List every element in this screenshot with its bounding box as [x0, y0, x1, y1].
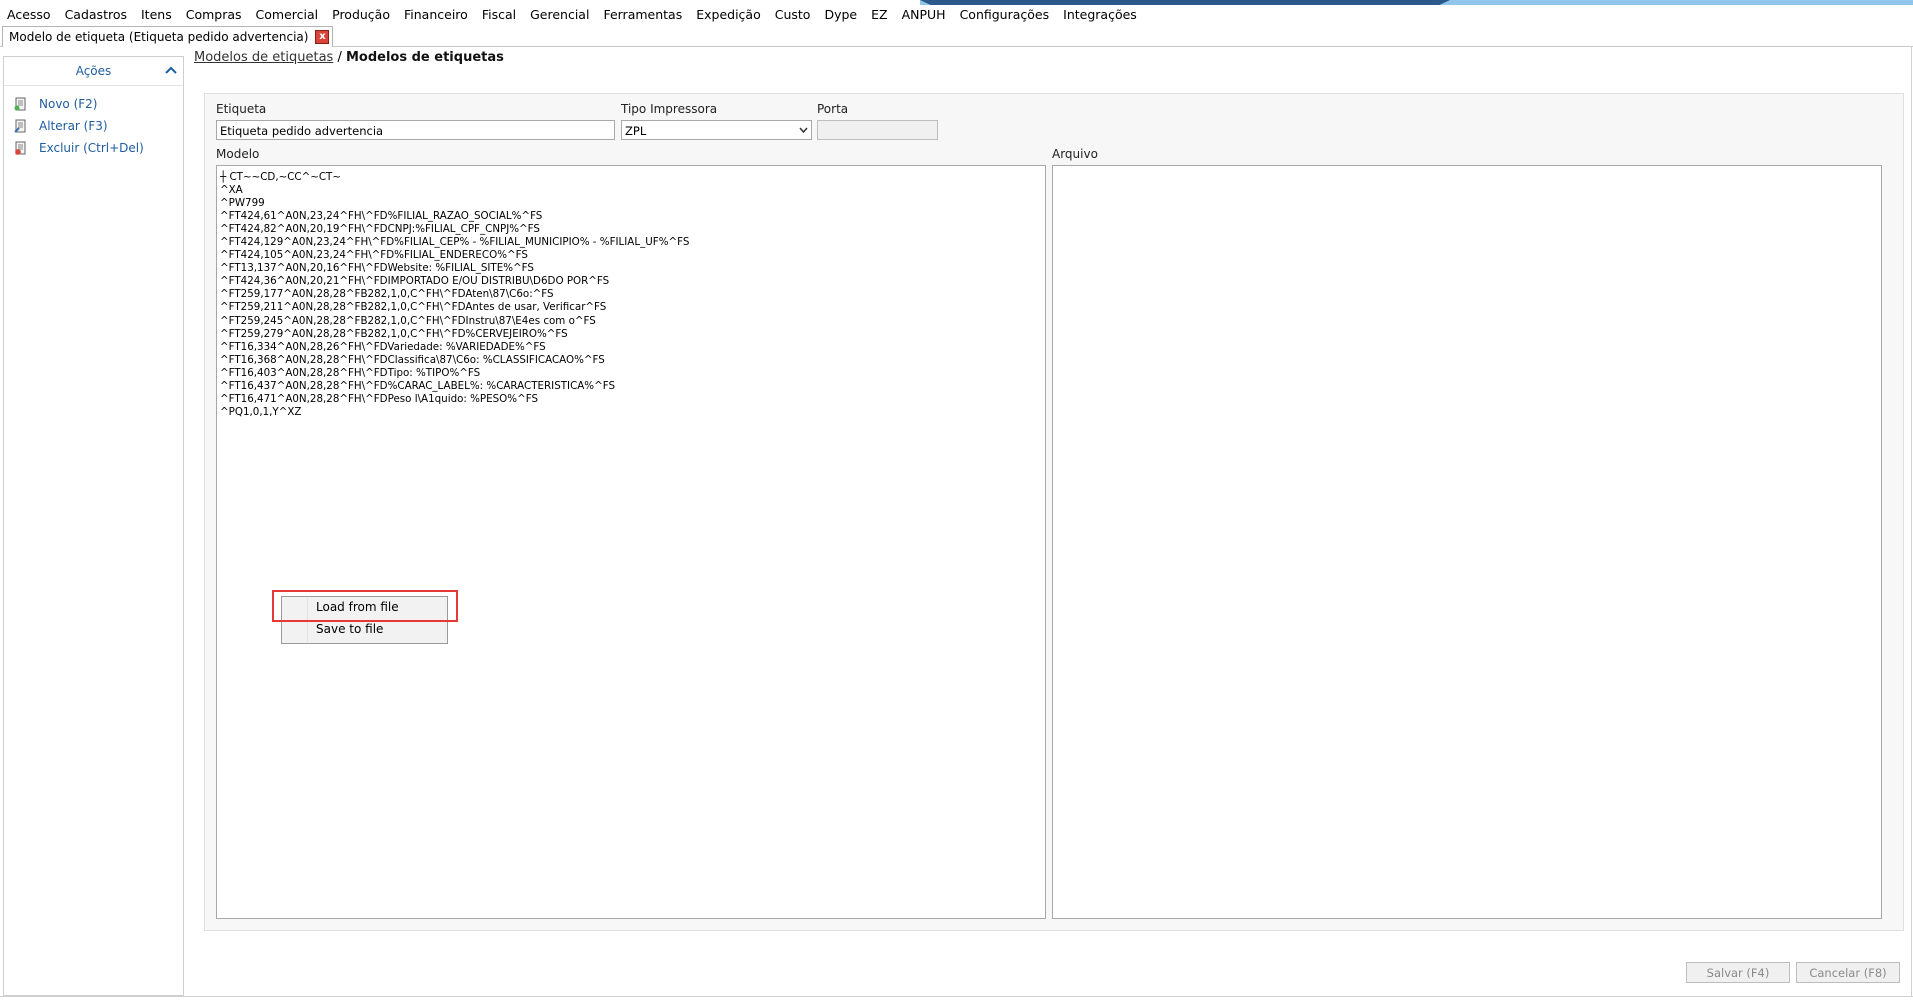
menu-bar: Acesso Cadastros Itens Compras Comercial Prod…: [0, 5, 1913, 25]
highlight-box: [272, 590, 458, 622]
menu-item-configuracoes[interactable]: Configurações: [953, 5, 1057, 25]
modelo-line: ^FT16,403^A0N,28,28^FH\^FDTipo: %TIPO%^F…: [220, 366, 481, 379]
page-title: Modelos de etiquetas: [345, 50, 504, 65]
close-icon[interactable]: x: [315, 30, 330, 44]
porta-input[interactable]: [817, 120, 938, 140]
menu-item-anpuh[interactable]: ANPUH: [895, 5, 953, 25]
chevron-down-icon: [799, 127, 808, 134]
modelo-line: ^FT16,471^A0N,28,28^FH\^FDPeso l\A1quido…: [220, 392, 538, 405]
modelo-line: ^FT424,129^A0N,23,24^FH\^FD%FILIAL_CEP% …: [220, 236, 690, 249]
modelo-line: ^FT13,137^A0N,20,16^FH\^FDWebsite: %FILI…: [220, 262, 534, 275]
arquivo-label: Arquivo: [1052, 147, 1098, 161]
etiqueta-input[interactable]: Etiqueta pedido advertencia: [216, 120, 615, 140]
etiqueta-label: Etiqueta: [216, 102, 267, 116]
modelo-line: ^FT259,211^A0N,28,28^FB282,1,0,C^FH\^FDA…: [220, 301, 607, 314]
menu-item-cadastros[interactable]: Cadastros: [58, 5, 134, 25]
breadcrumb-link[interactable]: Modelos de etiquetas: [194, 50, 333, 65]
modelo-line: ^FT259,245^A0N,28,28^FB282,1,0,C^FH\^FDI…: [220, 314, 596, 327]
window-right-border: [1911, 46, 1912, 996]
delete-button-label: Excluir (Ctrl+Del): [39, 141, 144, 155]
menu-item-gerencial[interactable]: Gerencial: [523, 5, 596, 25]
actions-sidebar: Ações Novo (F2) Alterar (F3) Excluir (Ct…: [3, 56, 184, 996]
menu-item-comercial[interactable]: Comercial: [249, 5, 326, 25]
modelo-line: ^FT424,36^A0N,20,21^FH\^FDIMPORTADO E/OU…: [220, 275, 610, 288]
document-tab-bar: Modelo de etiqueta (Etiqueta pedido adve…: [0, 25, 1913, 47]
menu-item-ez[interactable]: EZ: [864, 5, 894, 25]
menu-item-producao[interactable]: Produção: [325, 5, 397, 25]
menu-item-acesso[interactable]: Acesso: [0, 5, 58, 25]
modelo-line: ^FT16,334^A0N,28,26^FH\^FDVariedade: %VA…: [220, 340, 546, 353]
menu-item-fiscal[interactable]: Fiscal: [475, 5, 523, 25]
modelo-line: ^FT16,368^A0N,28,28^FH\^FDClassifica\87\…: [220, 353, 605, 366]
edit-document-icon: [14, 119, 26, 133]
modelo-line: ^XA: [220, 184, 243, 197]
edit-button[interactable]: Alterar (F3): [4, 115, 183, 137]
menu-item-financeiro[interactable]: Financeiro: [397, 5, 475, 25]
tipo-impressora-label: Tipo Impressora: [621, 102, 718, 116]
actions-title: Ações: [75, 64, 112, 78]
save-button[interactable]: Salvar (F4): [1686, 962, 1790, 983]
edit-button-label: Alterar (F3): [39, 119, 108, 133]
new-button[interactable]: Novo (F2): [4, 93, 183, 115]
menu-item-compras[interactable]: Compras: [179, 5, 249, 25]
modelo-line: ^PQ1,0,1,Y^XZ: [220, 405, 302, 418]
arquivo-textarea[interactable]: [1052, 165, 1882, 919]
menu-item-integracoes[interactable]: Integrações: [1056, 5, 1144, 25]
document-tab[interactable]: Modelo de etiqueta (Etiqueta pedido adve…: [2, 26, 334, 47]
new-button-label: Novo (F2): [39, 97, 98, 111]
actions-header[interactable]: Ações: [4, 57, 183, 86]
delete-document-icon: [15, 141, 26, 155]
tipo-impressora-select[interactable]: ZPL: [621, 120, 812, 140]
menu-item-dype[interactable]: Dype: [817, 5, 864, 25]
chevron-up-icon[interactable]: [165, 65, 177, 75]
form-panel: Etiqueta Etiqueta pedido advertencia Tip…: [204, 93, 1904, 931]
menu-item-custo[interactable]: Custo: [768, 5, 818, 25]
menu-item-ferramentas[interactable]: Ferramentas: [596, 5, 689, 25]
modelo-line: ^FT424,82^A0N,20,19^FH\^FDCNPJ:%FILIAL_C…: [220, 223, 540, 236]
menu-item-itens[interactable]: Itens: [134, 5, 179, 25]
modelo-label: Modelo: [216, 147, 260, 161]
save-to-file-menu-item[interactable]: Save to file: [316, 622, 383, 636]
modelo-content: ┼ CT~~CD,~CC^~CT~ ^XA ^PW799 ^FT424,61^A0N,…: [220, 171, 689, 419]
tipo-impressora-value: ZPL: [625, 124, 647, 138]
modelo-line: ^FT259,279^A0N,28,28^FB282,1,0,C^FH\^FD%…: [220, 327, 568, 340]
document-tab-title: Modelo de etiqueta (Etiqueta pedido adve…: [9, 30, 309, 44]
modelo-line: ^FT259,177^A0N,28,28^FB282,1,0,C^FH\^FDA…: [220, 288, 554, 301]
new-document-icon: [14, 97, 26, 111]
window-bottom-border: [0, 996, 1913, 997]
modelo-line: ^FT16,437^A0N,28,28^FH\^FD%CARAC_LABEL%:…: [220, 379, 615, 392]
modelo-line: ┼ CT~~CD,~CC^~CT~: [220, 171, 341, 183]
modelo-line: ^FT424,105^A0N,23,24^FH\^FD%FILIAL_ENDER…: [220, 249, 528, 262]
breadcrumb-separator: /: [337, 50, 342, 65]
menu-item-expedicao[interactable]: Expedição: [689, 5, 768, 25]
modelo-line: ^PW799: [220, 197, 265, 210]
delete-button[interactable]: Excluir (Ctrl+Del): [4, 137, 183, 159]
modelo-textarea[interactable]: ┼ CT~~CD,~CC^~CT~ ^XA ^PW799 ^FT424,61^A0N,…: [216, 165, 1046, 919]
cancel-button[interactable]: Cancelar (F8): [1796, 962, 1900, 983]
breadcrumb: Modelos de etiquetas / Modelos de etique…: [194, 50, 504, 65]
modelo-line: ^FT424,61^A0N,23,24^FH\^FD%FILIAL_RAZAO_…: [220, 210, 543, 223]
porta-label: Porta: [817, 102, 849, 116]
